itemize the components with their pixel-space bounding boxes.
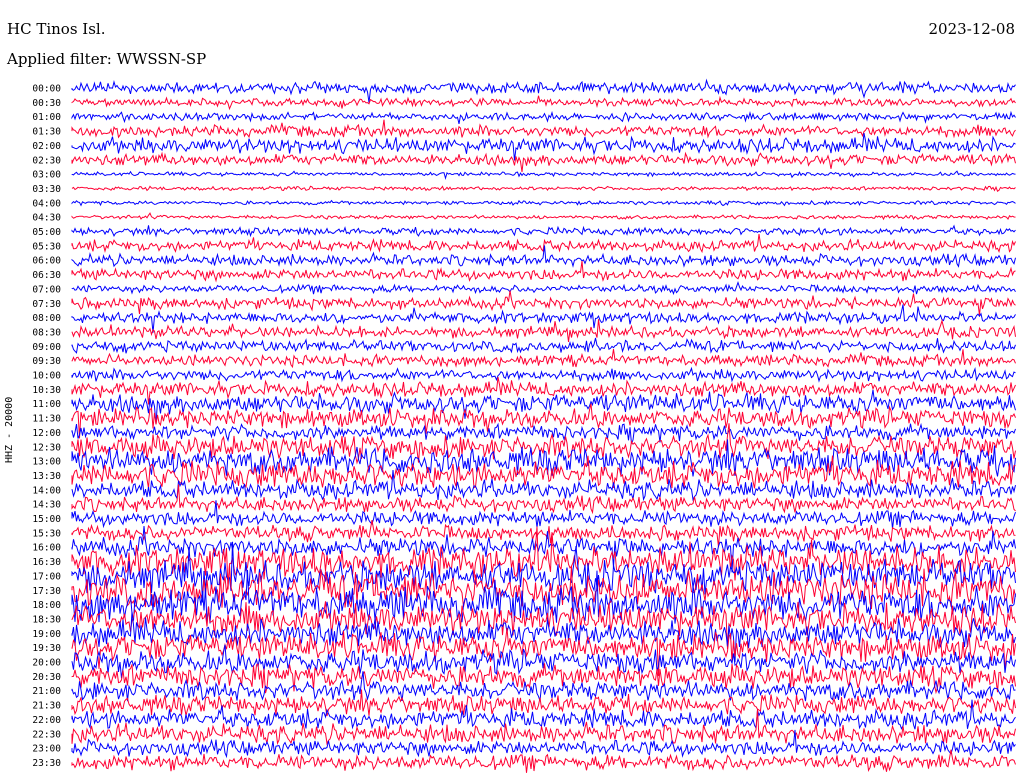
trace-row bbox=[71, 671, 1016, 702]
trace-row bbox=[71, 133, 1016, 161]
trace-row bbox=[71, 78, 1016, 103]
row-time-label: 15:00 bbox=[32, 514, 61, 525]
trace-row bbox=[71, 749, 1016, 773]
row-time-label: 05:00 bbox=[32, 227, 61, 238]
row-time-label: 01:00 bbox=[32, 112, 61, 123]
trace-row bbox=[71, 290, 1016, 316]
row-time-label: 02:30 bbox=[32, 155, 61, 166]
trace-row bbox=[71, 337, 1016, 354]
trace-row bbox=[71, 110, 1016, 125]
trace-row bbox=[71, 245, 1016, 268]
trace-row bbox=[71, 318, 1016, 342]
trace-row bbox=[71, 199, 1016, 207]
row-time-label: 19:30 bbox=[32, 643, 61, 654]
row-time-label: 06:00 bbox=[32, 256, 61, 267]
row-time-label: 13:00 bbox=[32, 457, 61, 468]
row-time-label: 18:00 bbox=[32, 600, 61, 611]
row-time-label: 09:00 bbox=[32, 342, 61, 353]
row-time-label: 08:00 bbox=[32, 313, 61, 324]
row-time-label: 22:30 bbox=[32, 729, 61, 740]
row-time-label: 06:30 bbox=[32, 270, 61, 281]
row-time-label: 07:30 bbox=[32, 299, 61, 310]
trace-row bbox=[71, 119, 1016, 139]
trace-row bbox=[71, 185, 1016, 192]
row-time-label: 00:30 bbox=[32, 98, 61, 109]
row-time-label: 21:30 bbox=[32, 701, 61, 712]
row-time-label: 11:00 bbox=[32, 399, 61, 410]
helicorder-plot: 00:00 00:30 01:00 01:30 02:00 02:30 03:00 03:30… bbox=[32, 78, 1016, 773]
row-time-label: 12:30 bbox=[32, 442, 61, 453]
row-time-label: 23:30 bbox=[32, 758, 61, 769]
row-time-label: 20:30 bbox=[32, 672, 61, 683]
row-time-label: 11:30 bbox=[32, 414, 61, 425]
row-time-label: 01:30 bbox=[32, 127, 61, 138]
trace-row bbox=[71, 95, 1016, 111]
row-time-label: 03:30 bbox=[32, 184, 61, 195]
trace-row bbox=[71, 366, 1016, 383]
row-time-label: 17:00 bbox=[32, 571, 61, 582]
row-time-label: 07:00 bbox=[32, 284, 61, 295]
trace-row bbox=[71, 520, 1016, 548]
row-time-label: 09:30 bbox=[32, 356, 61, 367]
trace-row bbox=[71, 304, 1016, 333]
trace-row bbox=[71, 151, 1016, 173]
trace-row bbox=[71, 224, 1016, 238]
row-time-label: 03:00 bbox=[32, 170, 61, 181]
row-time-label: 21:00 bbox=[32, 686, 61, 697]
row-time-label: 15:30 bbox=[32, 528, 61, 539]
row-time-label: 22:00 bbox=[32, 715, 61, 726]
row-time-label: 20:00 bbox=[32, 658, 61, 669]
row-time-label: 17:30 bbox=[32, 586, 61, 597]
row-time-label: 08:30 bbox=[32, 327, 61, 338]
row-time-label: 00:00 bbox=[32, 84, 61, 95]
row-time-label: 18:30 bbox=[32, 614, 61, 625]
trace-row bbox=[71, 170, 1016, 181]
row-time-label: 04:30 bbox=[32, 213, 61, 224]
row-time-label: 23:00 bbox=[32, 744, 61, 755]
row-time-label: 04:00 bbox=[32, 198, 61, 209]
row-time-label: 10:00 bbox=[32, 371, 61, 382]
row-time-label: 05:30 bbox=[32, 241, 61, 252]
row-time-label: 10:30 bbox=[32, 385, 61, 396]
row-time-label: 13:30 bbox=[32, 471, 61, 482]
trace-row bbox=[71, 349, 1016, 369]
row-time-label: 16:30 bbox=[32, 557, 61, 568]
row-time-label: 14:00 bbox=[32, 485, 61, 496]
row-time-label: 02:00 bbox=[32, 141, 61, 152]
row-time-label: 14:30 bbox=[32, 500, 61, 511]
row-time-label: 16:00 bbox=[32, 543, 61, 554]
trace-row bbox=[71, 280, 1016, 296]
row-time-label: 12:00 bbox=[32, 428, 61, 439]
row-time-label: 19:00 bbox=[32, 629, 61, 640]
trace-row bbox=[71, 709, 1016, 746]
trace-row bbox=[71, 212, 1016, 221]
